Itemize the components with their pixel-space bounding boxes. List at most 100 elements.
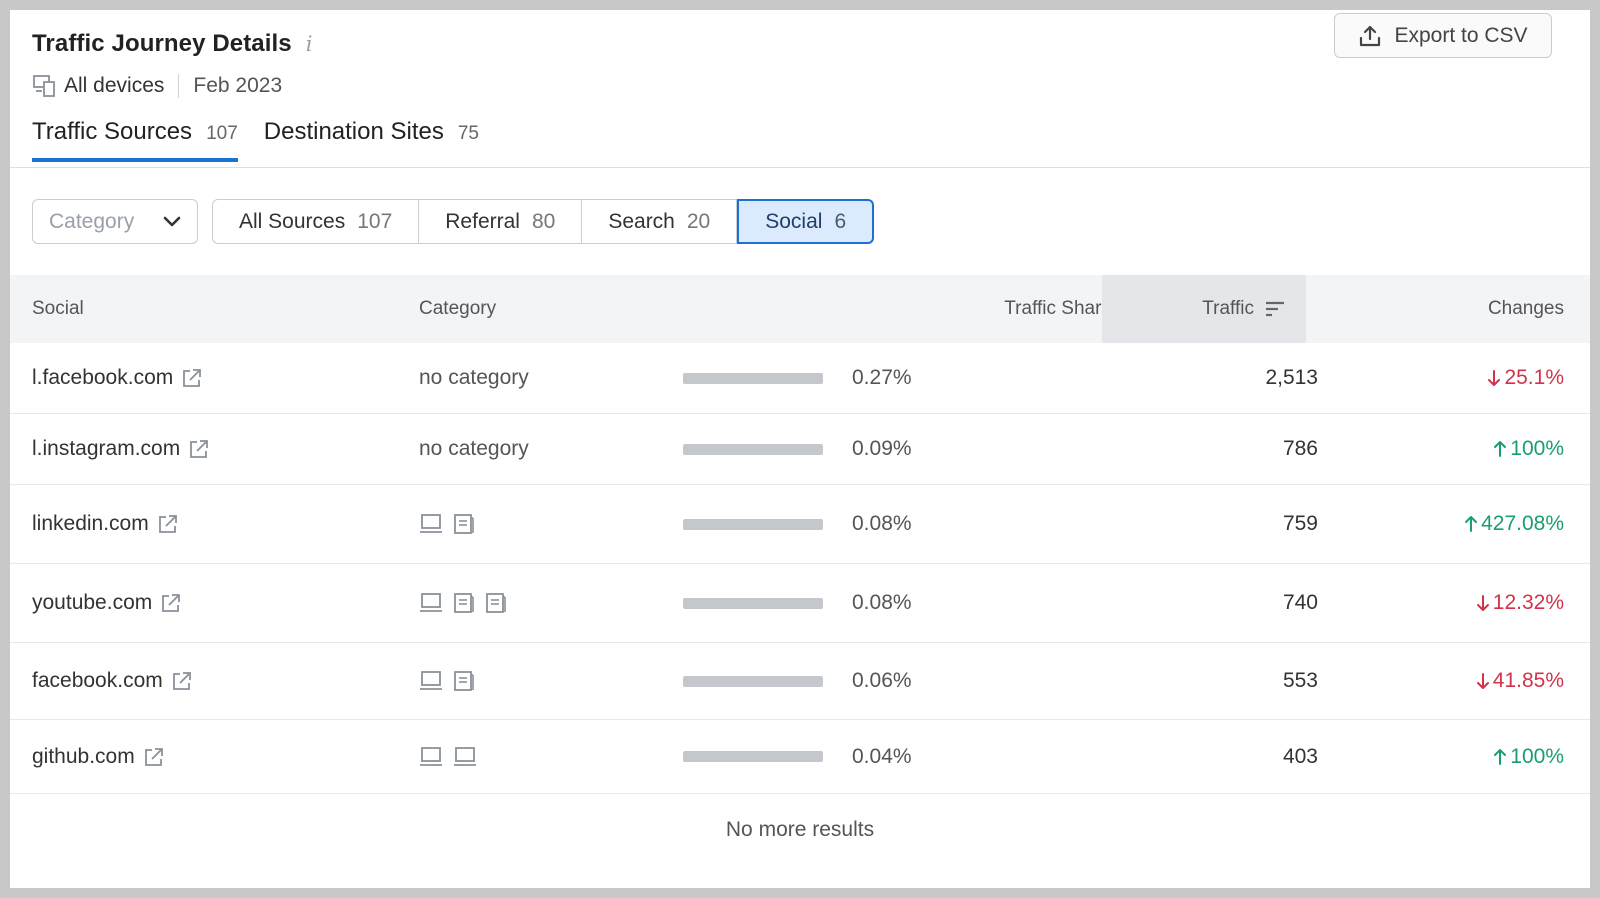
segment-label: Search (608, 209, 675, 233)
export-label: Export to CSV (1394, 23, 1528, 47)
segment-count: 6 (834, 209, 847, 233)
change-cell: 100% (1493, 414, 1564, 484)
segment-social[interactable]: Social 6 (737, 199, 875, 244)
segment-all-sources[interactable]: All Sources 107 (212, 199, 420, 244)
share-bar-cell (683, 485, 823, 563)
arrow-up-icon (1494, 748, 1507, 765)
document-icon (454, 593, 474, 613)
tab-label: Traffic Sources (32, 118, 193, 145)
arrow-down-icon (1476, 673, 1489, 689)
traffic-share-bar (683, 518, 823, 530)
devices-icon (33, 75, 55, 97)
tab-count: 75 (457, 123, 479, 144)
external-link-icon[interactable] (160, 592, 182, 614)
traffic-share-bar (683, 372, 823, 384)
tab-destination-sites[interactable]: Destination Sites 75 (264, 118, 479, 162)
column-header-traffic[interactable]: Traffic (1102, 275, 1306, 343)
page-title: Traffic Journey Details (32, 30, 292, 57)
traffic-share-value: 0.09% (852, 437, 912, 460)
tabs: Traffic Sources 107 Destination Sites 75 (32, 118, 505, 162)
column-header-changes[interactable]: Changes (1488, 275, 1564, 343)
arrow-up-icon (1494, 441, 1507, 457)
external-link-icon[interactable] (171, 670, 193, 692)
date-label[interactable]: Feb 2023 (193, 74, 282, 98)
change-value: 100% (1510, 437, 1564, 460)
meta-row: All devices Feb 2023 (32, 73, 282, 99)
traffic-share-value: 0.27% (852, 366, 912, 389)
category-cell (419, 643, 485, 719)
info-icon[interactable]: i (306, 32, 313, 56)
share-bar-cell (683, 643, 823, 719)
document-icon (486, 593, 506, 613)
segment-referral[interactable]: Referral 80 (419, 199, 583, 244)
traffic-share-bar (683, 751, 823, 762)
column-header-source[interactable]: Social (32, 275, 84, 343)
traffic-share-value: 0.06% (852, 669, 912, 692)
tab-count: 107 (206, 123, 238, 144)
document-icon (454, 514, 474, 534)
upload-icon (1360, 25, 1381, 46)
segment-count: 80 (531, 209, 556, 233)
table-row: facebook.com 0.06% 553 41.85% (10, 643, 1590, 720)
document-icon (454, 671, 474, 691)
segment-label: Referral (445, 209, 520, 233)
source-type-segmented-control: All Sources 107 Referral 80 Search 20 So… (212, 199, 875, 244)
segment-label: Social (765, 209, 823, 233)
segment-search[interactable]: Search 20 (582, 199, 738, 244)
domain-link[interactable]: youtube.com (32, 591, 152, 615)
source-cell: facebook.com (32, 643, 193, 719)
table-body: l.facebook.com no category 0.27% 2,513 25.1%… (10, 343, 1590, 794)
column-header-category[interactable]: Category (419, 275, 496, 343)
table-row: l.instagram.com no category 0.09% 786 100% (10, 414, 1590, 485)
external-link-icon[interactable] (157, 513, 179, 535)
traffic-value: 740 (1282, 591, 1318, 614)
segment-count: 107 (357, 209, 393, 233)
tab-label: Destination Sites (263, 118, 444, 145)
arrow-down-icon (1476, 595, 1489, 611)
change-value: 25.1% (1504, 366, 1564, 389)
traffic-value: 759 (1282, 512, 1318, 535)
traffic-share-bar (683, 443, 823, 455)
share-bar-cell (683, 343, 823, 413)
change-value: 100% (1510, 744, 1564, 768)
arrow-up-icon (1465, 516, 1478, 532)
external-link-icon[interactable] (143, 746, 165, 768)
laptop-icon (420, 593, 442, 612)
laptop-icon (420, 514, 442, 533)
devices-label[interactable]: All devices (64, 74, 164, 98)
category-cell (419, 564, 517, 642)
meta-divider (178, 74, 180, 98)
sort-icon (1266, 301, 1284, 317)
export-csv-button[interactable]: Export to CSV (1334, 13, 1552, 58)
traffic-value: 553 (1282, 669, 1318, 692)
laptop-icon (454, 746, 476, 766)
tab-traffic-sources[interactable]: Traffic Sources 107 (32, 118, 238, 162)
filters: Category All Sources 107 Referral 80 Sea… (32, 199, 875, 244)
source-cell: l.facebook.com (32, 343, 203, 413)
segment-count: 20 (686, 209, 711, 233)
external-link-icon[interactable] (188, 438, 210, 460)
traffic-share-value: 0.08% (852, 591, 912, 614)
category-cell: no category (419, 414, 529, 484)
domain-link[interactable]: linkedin.com (32, 512, 149, 536)
source-cell: linkedin.com (32, 485, 179, 563)
laptop-icon (420, 746, 442, 766)
table-row: l.facebook.com no category 0.27% 2,513 25.1% (10, 343, 1590, 414)
domain-link[interactable]: l.facebook.com (32, 366, 173, 390)
domain-link[interactable]: github.com (32, 745, 135, 769)
traffic-value: 2,513 (1265, 366, 1318, 389)
external-link-icon[interactable] (181, 367, 203, 389)
column-header-traffic-share[interactable]: Traffic Share (1004, 275, 1112, 343)
traffic-share-value: 0.08% (852, 512, 912, 535)
change-value: 12.32% (1492, 591, 1564, 614)
domain-link[interactable]: facebook.com (32, 669, 163, 693)
traffic-share-bar (683, 675, 823, 687)
traffic-share-bar (683, 597, 823, 609)
category-dropdown[interactable]: Category (32, 199, 198, 244)
table-header: Social Category Traffic Share Traffic Ch… (10, 275, 1590, 343)
domain-link[interactable]: l.instagram.com (32, 437, 180, 461)
category-cell (419, 720, 487, 793)
category-text: no category (419, 437, 529, 460)
title-row: Traffic Journey Details i (32, 30, 312, 58)
share-bar-cell (683, 414, 823, 484)
